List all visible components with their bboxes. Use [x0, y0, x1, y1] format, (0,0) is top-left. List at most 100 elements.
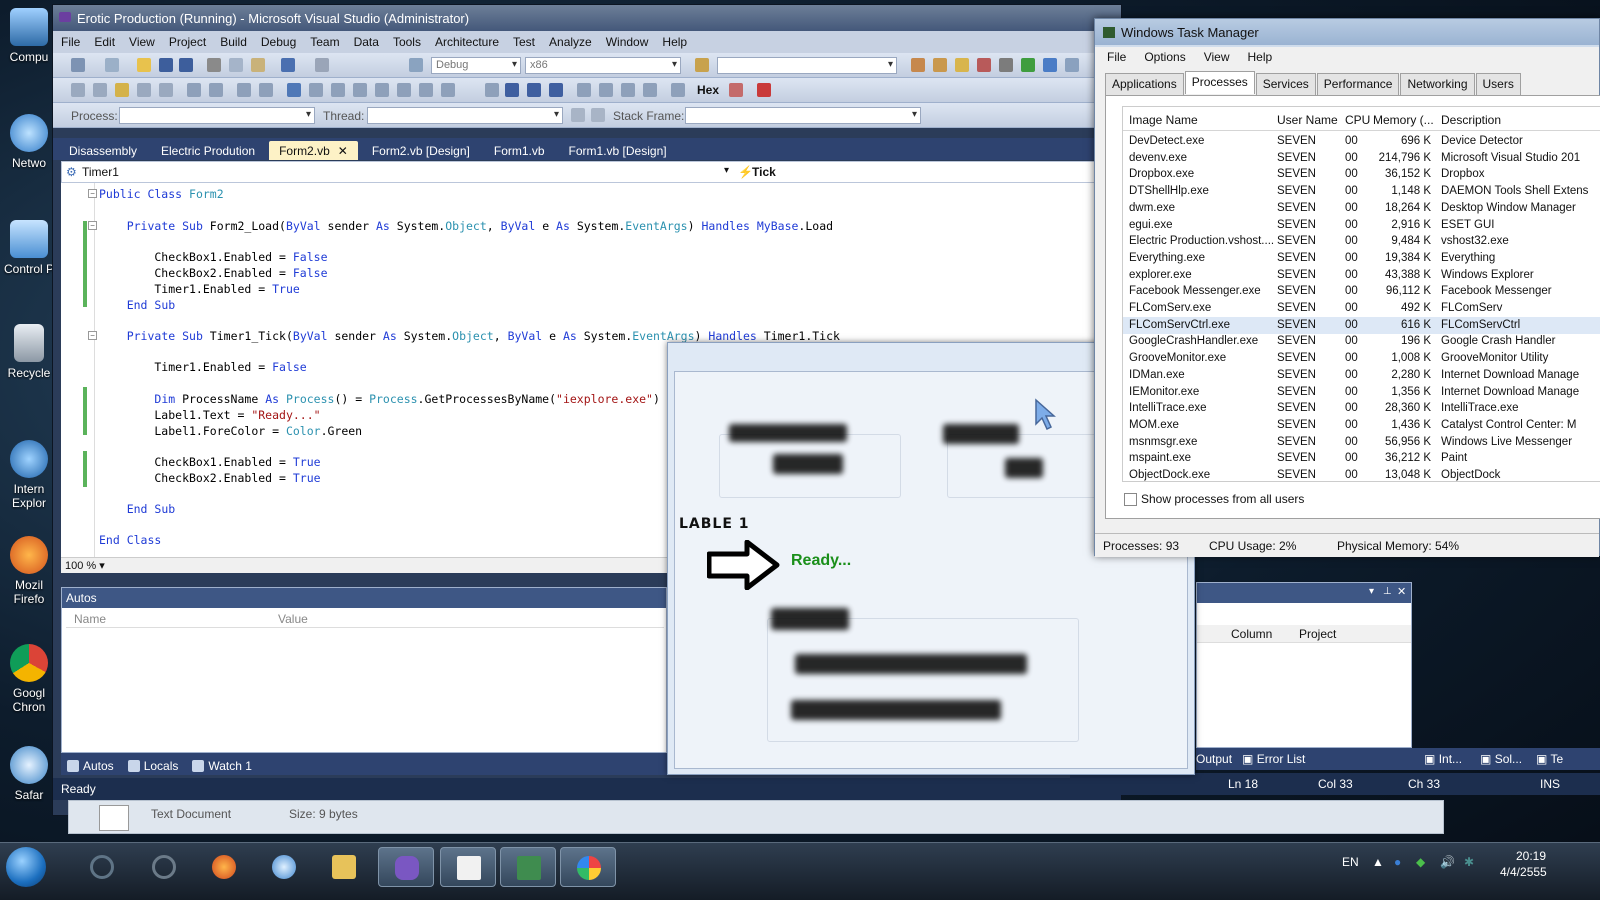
process-row[interactable]: egui.exe SEVEN 00 2,916 K ESET GUI [1123, 217, 1600, 234]
quickwatch-icon[interactable] [671, 83, 685, 97]
tab-autos[interactable]: Autos [67, 756, 114, 775]
menu-team[interactable]: Team [310, 35, 339, 53]
desktop-icon-chrome[interactable]: Googl Chron [0, 644, 58, 714]
tab-team[interactable]: ▣ Te [1536, 752, 1563, 766]
parameter-info-icon[interactable] [115, 83, 129, 97]
object-browser-icon[interactable] [955, 58, 969, 72]
tools-icon[interactable] [999, 58, 1013, 72]
taskbar-task-manager[interactable] [500, 847, 556, 887]
open-folder-icon[interactable] [137, 58, 151, 72]
next-bookmark-doc-icon[interactable] [419, 83, 433, 97]
uncomment-icon[interactable] [259, 83, 273, 97]
step-out-icon[interactable] [643, 83, 657, 97]
tab-disassembly[interactable]: Disassembly [59, 141, 147, 160]
process-row[interactable]: DTShellHlp.exe SEVEN 00 1,148 K DAEMON Tools… [1123, 183, 1600, 200]
bookmark-icon[interactable] [287, 83, 301, 97]
text-editor-icon[interactable] [71, 83, 85, 97]
flag-thread-icon[interactable] [571, 108, 585, 122]
extension-manager-icon[interactable] [1021, 58, 1035, 72]
process-row[interactable]: explorer.exe SEVEN 00 43,388 K Windows Explo… [1123, 267, 1600, 284]
process-row[interactable]: Electric Production.vshost.... SEVEN 00 9,4… [1123, 233, 1600, 250]
show-all-processes-checkbox[interactable]: Show processes from all users [1124, 492, 1304, 506]
menu-project[interactable]: Project [169, 35, 206, 53]
col-column[interactable]: Column [1231, 627, 1272, 641]
col-memory[interactable]: Memory (... [1373, 113, 1434, 127]
redo-icon[interactable] [315, 58, 329, 72]
process-row[interactable]: Facebook Messenger.exe SEVEN 00 96,112 K Fac… [1123, 283, 1600, 300]
col-image-name[interactable]: Image Name [1129, 113, 1198, 127]
save-icon[interactable] [159, 58, 173, 72]
display-object-icon[interactable] [93, 83, 107, 97]
process-row[interactable]: IEMonitor.exe SEVEN 00 1,356 K Internet Down… [1123, 384, 1600, 401]
properties-icon[interactable] [933, 58, 947, 72]
prev-bookmark-folder-icon[interactable] [353, 83, 367, 97]
menu-help[interactable]: Help [662, 35, 687, 53]
copy-icon[interactable] [229, 58, 243, 72]
outdent-icon[interactable] [187, 83, 201, 97]
chevron-down-icon[interactable]: ▾ [724, 165, 729, 176]
menu-analyze[interactable]: Analyze [549, 35, 592, 53]
process-row[interactable]: IntelliTrace.exe SEVEN 00 28,360 K IntelliTr… [1123, 400, 1600, 417]
desktop-icon-recycle[interactable]: Recycle [0, 324, 58, 380]
next-bookmark-icon[interactable] [331, 83, 345, 97]
breakpoints-icon[interactable] [729, 83, 743, 97]
type-dropdown[interactable]: Timer1 [82, 165, 119, 179]
process-row[interactable]: GrooveMonitor.exe SEVEN 00 1,008 K GrooveMon… [1123, 350, 1600, 367]
output-icon[interactable] [757, 83, 771, 97]
thread-select[interactable] [367, 107, 563, 124]
toolbox-icon[interactable] [977, 58, 991, 72]
process-row[interactable]: dwm.exe SEVEN 00 18,264 K Desktop Window Man… [1123, 200, 1600, 217]
tab-electric-prodution[interactable]: Electric Prodution [151, 141, 265, 160]
menu-debug[interactable]: Debug [261, 35, 296, 53]
new-project-icon[interactable] [71, 58, 85, 72]
process-row[interactable]: FLComServ.exe SEVEN 00 492 K FLComServ [1123, 300, 1600, 317]
add-item-icon[interactable] [105, 58, 119, 72]
col-description[interactable]: Description [1441, 113, 1501, 127]
step-over-icon[interactable] [621, 83, 635, 97]
menu-file[interactable]: File [61, 35, 80, 53]
tm-menu-file[interactable]: File [1107, 50, 1126, 67]
tab-users[interactable]: Users [1475, 73, 1521, 96]
desktop-icon-ie[interactable]: Intern Explor [0, 440, 58, 510]
continue-icon[interactable] [485, 83, 499, 97]
break-all-icon[interactable] [505, 83, 519, 97]
stack-frame-select[interactable] [685, 107, 921, 124]
comment-icon[interactable] [237, 83, 251, 97]
stop-debugging-icon[interactable] [527, 83, 541, 97]
col-project[interactable]: Project [1299, 627, 1336, 641]
menu-data[interactable]: Data [354, 35, 379, 53]
next-bookmark-folder-icon[interactable] [375, 83, 389, 97]
prev-bookmark-icon[interactable] [309, 83, 323, 97]
tab-processes[interactable]: Processes [1184, 71, 1255, 94]
process-row[interactable]: DevDetect.exe SEVEN 00 696 K Device Detector [1123, 133, 1600, 150]
fold-toggle[interactable]: − [88, 331, 97, 340]
network-tray-icon[interactable]: ● [1394, 855, 1401, 869]
checkbox-box[interactable] [1124, 492, 1137, 506]
close-icon[interactable]: ✕ [1397, 585, 1406, 598]
taskbar-ie[interactable] [74, 847, 130, 887]
tm-menu-help[interactable]: Help [1248, 50, 1273, 67]
show-next-statement-icon[interactable] [577, 83, 591, 97]
volume-icon[interactable]: 🔊 [1440, 855, 1455, 869]
tab-error-list[interactable]: ▣ Error List [1242, 752, 1305, 766]
vs-title-bar[interactable]: Erotic Production (Running) - Microsoft … [53, 5, 1121, 31]
process-row[interactable]: Dropbox.exe SEVEN 00 36,152 K Dropbox [1123, 166, 1600, 183]
tab-intellitrace[interactable]: ▣ Int... [1424, 752, 1462, 766]
menu-view[interactable]: View [129, 35, 155, 53]
tm-title-bar[interactable]: Windows Task Manager [1095, 19, 1599, 45]
start-button[interactable] [6, 847, 46, 887]
tm-menu-view[interactable]: View [1204, 50, 1230, 67]
menu-build[interactable]: Build [220, 35, 247, 53]
prev-bookmark-doc-icon[interactable] [397, 83, 411, 97]
autos-col-value[interactable]: Value [278, 612, 308, 626]
indent-icon[interactable] [209, 83, 223, 97]
taskbar-paint[interactable] [560, 847, 616, 887]
menu-edit[interactable]: Edit [94, 35, 115, 53]
taskbar-ccleaner[interactable] [136, 847, 192, 887]
clear-bookmarks-icon[interactable] [441, 83, 455, 97]
desktop-icon-computer[interactable]: Compu [0, 8, 58, 64]
tab-form2-vb[interactable]: Form2.vb ✕ [269, 141, 358, 160]
tab-performance[interactable]: Performance [1316, 73, 1400, 96]
pin-icon[interactable]: ⊥ [1383, 586, 1392, 597]
tab-watch1[interactable]: Watch 1 [192, 756, 252, 775]
